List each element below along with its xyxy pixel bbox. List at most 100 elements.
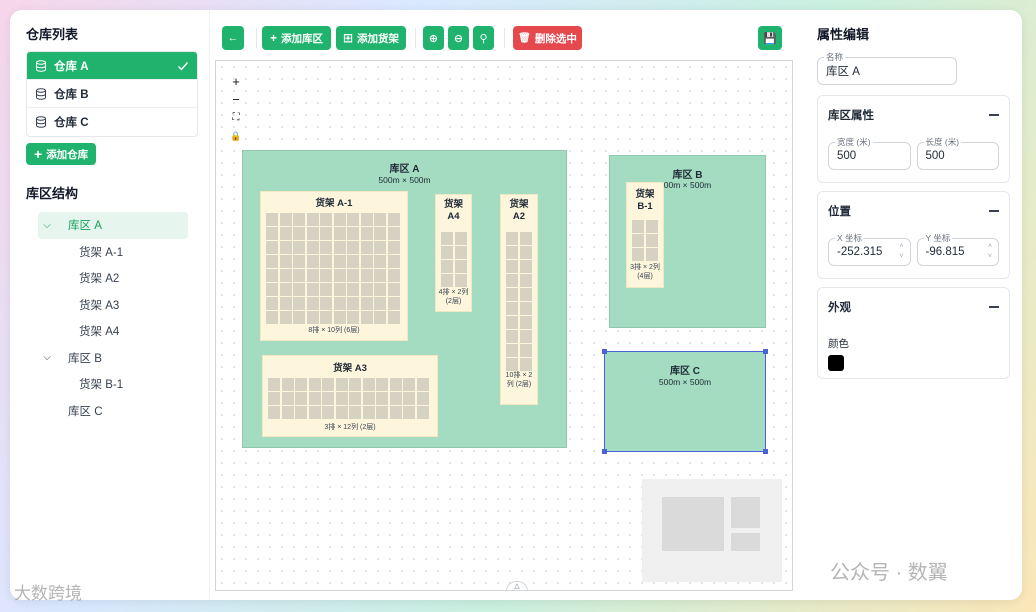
warehouse-item-b[interactable]: 仓库 B <box>27 80 197 108</box>
resize-handle[interactable] <box>763 449 768 454</box>
chevron-down-icon[interactable]: ⌵ <box>38 352 56 363</box>
zone-a[interactable]: 库区 A 500m × 500m 货架 A-1 8排 × 10列 (6层) 货架… <box>242 150 567 448</box>
shelf-grid <box>441 232 467 287</box>
shelf-cell <box>519 344 532 357</box>
shelf-a4[interactable]: 货架 A4 4排 × 2列 (2层) <box>435 194 472 312</box>
shelf-cell <box>306 213 319 226</box>
fit-view-button[interactable]: ⚲ <box>473 26 494 50</box>
shelf-cell <box>295 378 307 391</box>
warehouse-canvas[interactable]: + − ⛶ 🔒 库区 A 500m × 500m 货架 A-1 8排 × 10列… <box>215 60 793 591</box>
shelf-cell <box>333 227 346 240</box>
tree-item-shelf-a4[interactable]: 货架 A4 <box>26 318 193 345</box>
shelf-a2[interactable]: 货架 A2 10排 × 2列 (2层) <box>500 194 538 405</box>
shelf-a1[interactable]: 货架 A-1 8排 × 10列 (6层) <box>260 191 408 341</box>
save-button[interactable]: 💾 <box>758 26 782 50</box>
appearance-header[interactable]: 外观 <box>828 296 999 318</box>
stepper-icon[interactable]: ˄ ˅ <box>988 242 992 262</box>
name-field[interactable]: 名称 库区 A <box>817 51 957 85</box>
shelf-cell <box>362 392 375 405</box>
shelf-cell <box>374 227 386 240</box>
shelf-cell <box>416 392 429 405</box>
zoom-in-control[interactable]: + <box>228 73 244 91</box>
zoom-in-button[interactable]: ⊕ <box>423 26 444 50</box>
minimap-zone <box>731 533 760 551</box>
shelf-cell <box>645 220 658 233</box>
stepper-icon[interactable]: ˄ ˅ <box>899 242 903 262</box>
shelf-cell <box>279 269 292 282</box>
shelf-cell <box>416 378 429 391</box>
shelf-cell <box>349 378 361 391</box>
minimap[interactable] <box>642 479 782 582</box>
shelf-cell <box>333 311 346 324</box>
shelf-cell <box>374 297 386 310</box>
shelf-cell <box>281 378 294 391</box>
shelf-cell <box>441 274 453 287</box>
collapse-icon[interactable] <box>989 114 999 116</box>
shelf-title: 货架 A4 <box>443 199 463 222</box>
shelf-size: 3排 × 12列 (2层) <box>324 424 376 431</box>
zone-b[interactable]: 库区 B 00m × 500m 货架 B-1 3排 × 2列 (4层) <box>609 155 766 328</box>
lock-icon[interactable]: 🔒 <box>228 127 244 145</box>
shelf-cell <box>454 260 467 273</box>
back-button[interactable]: ← <box>222 26 244 50</box>
tree-item-shelf-a1[interactable]: 货架 A-1 <box>26 239 193 266</box>
length-field[interactable]: 长度 (米) 500 <box>916 136 999 170</box>
zoom-out-button[interactable]: ⊖ <box>448 26 469 50</box>
tree-item-zone-b[interactable]: ⌵ 库区 B <box>26 345 193 372</box>
tree-label: 货架 A3 <box>79 299 120 312</box>
width-field[interactable]: 宽度 (米) 500 <box>828 136 911 170</box>
add-zone-button[interactable]: + 添加库区 <box>262 26 331 50</box>
warehouse-label: 仓库 A <box>54 60 89 73</box>
tree-item-shelf-a3[interactable]: 货架 A3 <box>26 292 193 319</box>
shelf-cell <box>308 392 321 405</box>
shelf-cell <box>506 302 518 315</box>
tree-item-shelf-a2[interactable]: 货架 A2 <box>26 265 193 292</box>
zoom-controls: + − ⛶ 🔒 <box>228 73 244 145</box>
shelf-grid <box>506 232 532 371</box>
shelf-cell <box>266 227 278 240</box>
shelf-cell <box>360 311 373 324</box>
shelf-b1[interactable]: 货架 B-1 3排 × 2列 (4层) <box>626 182 664 288</box>
fit-view-icon[interactable]: ⛶ <box>228 109 244 127</box>
add-shelf-button[interactable]: ⊞ 添加货架 <box>336 26 406 50</box>
zone-tree: ⌵ 库区 A 货架 A-1 货架 A2 货架 A3 货架 A4 ⌵ 库区 B 货架 … <box>26 212 193 424</box>
shelf-title: 货架 A2 <box>509 199 529 222</box>
shelf-cell <box>268 406 280 419</box>
shelf-cell <box>322 406 334 419</box>
resize-handle[interactable] <box>602 349 607 354</box>
zoom-out-control[interactable]: − <box>228 91 244 109</box>
shelf-cell <box>454 274 467 287</box>
tree-item-zone-c[interactable]: 库区 C <box>26 398 193 425</box>
toolbar-divider <box>504 28 505 48</box>
shelf-cell <box>374 269 386 282</box>
shelf-a3[interactable]: 货架 A3 3排 × 12列 (2层) <box>262 355 438 437</box>
delete-selected-button[interactable]: 🗑 删除选中 <box>513 26 582 50</box>
tree-item-shelf-b1[interactable]: 货架 B-1 <box>26 371 193 398</box>
minimap-zone <box>731 497 760 528</box>
zone-c[interactable]: 库区 C 500m × 500m <box>602 349 768 454</box>
zone-props-header[interactable]: 库区属性 <box>828 104 999 126</box>
chevron-down-icon[interactable]: ⌵ <box>38 220 56 231</box>
position-header[interactable]: 位置 <box>828 200 999 222</box>
shelf-title: 货架 A3 <box>333 363 367 374</box>
resize-handle[interactable] <box>763 349 768 354</box>
zone-props-section: 库区属性 宽度 (米) 500 长度 (米) 500 <box>817 95 1010 183</box>
warehouse-list: 仓库 A 仓库 B 仓库 C <box>26 51 198 137</box>
warehouse-item-c[interactable]: 仓库 C <box>27 108 197 136</box>
shelf-cell <box>506 358 518 371</box>
tree-label: 库区 B <box>68 352 102 365</box>
shelf-cell <box>347 283 359 296</box>
warehouse-item-a[interactable]: 仓库 A <box>27 52 197 80</box>
color-swatch[interactable] <box>828 355 844 371</box>
zone-structure-title: 库区结构 <box>26 186 79 201</box>
y-field[interactable]: Y 坐标 -96.815 ˄ ˅ <box>916 232 999 266</box>
watermark-right: 公众号 · 数翼 <box>830 562 948 584</box>
collapse-icon[interactable] <box>989 306 999 308</box>
shelf-cell <box>506 316 518 329</box>
add-warehouse-button[interactable]: + 添加仓库 <box>26 143 97 165</box>
resize-handle[interactable] <box>602 449 607 454</box>
tree-item-zone-a[interactable]: ⌵ 库区 A <box>38 212 188 239</box>
x-field[interactable]: X 坐标 -252.315 ˄ ˅ <box>828 232 911 266</box>
collapse-icon[interactable] <box>989 210 999 212</box>
zone-size: 500m × 500m <box>378 175 431 185</box>
